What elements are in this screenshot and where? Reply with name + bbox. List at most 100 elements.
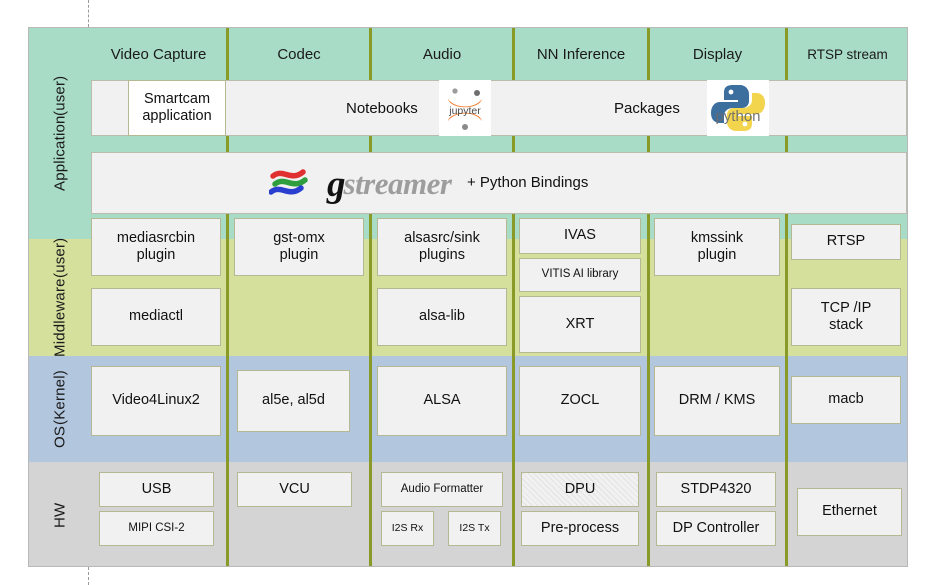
gstreamer-icon: g streamer xyxy=(269,164,452,205)
ethernet-box[interactable]: Ethernet xyxy=(797,488,902,536)
tcp-ip-stack-line1: TCP /IP xyxy=(820,299,872,316)
guide-line-bottom xyxy=(88,567,89,585)
mediasrcbin-plugin-box[interactable]: mediasrcbin plugin xyxy=(91,218,221,276)
gstreamer-logo-svg xyxy=(269,169,308,195)
audio-formatter-label: Audio Formatter xyxy=(400,482,484,495)
i2s-tx-box[interactable]: I2S Tx xyxy=(448,511,501,546)
pre-process-box[interactable]: Pre-process xyxy=(521,511,639,546)
svg-text:jupyter: jupyter xyxy=(448,105,481,117)
layer-label-application-name: Application xyxy=(51,115,69,192)
ethernet-label: Ethernet xyxy=(822,503,877,520)
zocl-box[interactable]: ZOCL xyxy=(519,366,641,436)
svg-text:python: python xyxy=(715,108,760,125)
column-header-display-label: Display xyxy=(692,45,743,63)
stdp4320-box[interactable]: STDP4320 xyxy=(656,472,776,507)
gst-omx-plugin-line2: plugin xyxy=(279,247,319,263)
dp-controller-box[interactable]: DP Controller xyxy=(656,511,776,546)
zocl-label: ZOCL xyxy=(560,392,600,409)
alsa-lib-label: alsa-lib xyxy=(419,308,465,325)
i2s-tx-label: I2S Tx xyxy=(459,522,490,535)
al5e-al5d-label: al5e, al5d xyxy=(262,392,325,409)
column-header-nn-inference-label: NN Inference xyxy=(536,45,626,63)
smartcam-application-line2: application xyxy=(142,108,212,124)
gstreamer-text: streamer xyxy=(343,166,452,201)
i2s-rx-box[interactable]: I2S Rx xyxy=(381,511,434,546)
column-header-nn-inference: NN Inference xyxy=(515,31,647,77)
gst-omx-plugin-box[interactable]: gst-omx plugin xyxy=(234,218,364,276)
kmssink-plugin-line2: plugin xyxy=(697,247,737,263)
mediactl-box[interactable]: mediactl xyxy=(91,288,221,346)
ivas-label: IVAS xyxy=(564,227,596,244)
dp-controller-label: DP Controller xyxy=(672,519,760,536)
layer-label-middleware-name: Middleware xyxy=(51,278,69,358)
pre-process-label: Pre-process xyxy=(540,519,620,536)
column-header-display: Display xyxy=(650,31,785,77)
smartcam-application-line1: Smartcam xyxy=(143,90,211,107)
jupyter-icon: jupyter xyxy=(439,80,491,136)
smartcam-application-box[interactable]: Smartcam application xyxy=(128,80,226,136)
alsasrc-sink-plugins-box[interactable]: alsasrc/sink plugins xyxy=(377,218,507,276)
macb-label: macb xyxy=(828,391,864,408)
mediasrcbin-plugin-line1: mediasrcbin xyxy=(116,229,196,246)
video4linux2-box[interactable]: Video4Linux2 xyxy=(91,366,221,436)
python-bindings-label: + Python Bindings xyxy=(467,174,589,191)
audio-formatter-box[interactable]: Audio Formatter xyxy=(381,472,503,507)
i2s-rx-label: I2S Rx xyxy=(391,522,424,535)
dpu-label: DPU xyxy=(564,480,596,497)
xrt-label: XRT xyxy=(565,315,595,332)
kmssink-plugin-line1: kmssink xyxy=(690,229,744,246)
dpu-box[interactable]: DPU xyxy=(521,472,639,507)
packages-label: Packages xyxy=(614,100,680,117)
tcp-ip-stack-line2: stack xyxy=(829,317,863,333)
tcp-ip-stack-box[interactable]: TCP /IP stack xyxy=(791,288,901,346)
rtsp-label: RTSP xyxy=(826,233,866,250)
xrt-box[interactable]: XRT xyxy=(519,296,641,353)
column-header-rtsp-stream: RTSP stream xyxy=(788,31,907,77)
alsasrc-sink-plugins-line2: plugins xyxy=(419,247,465,263)
usb-box[interactable]: USB xyxy=(99,472,214,507)
mediactl-label: mediactl xyxy=(129,308,183,325)
layer-label-application: Application (user) xyxy=(29,28,91,239)
vitis-ai-library-label: VITIS AI library xyxy=(541,268,619,281)
rtsp-box[interactable]: RTSP xyxy=(791,224,901,260)
drm-kms-box[interactable]: DRM / KMS xyxy=(654,366,780,436)
notebooks-label: Notebooks xyxy=(346,100,418,117)
layer-label-application-qualifier: (user) xyxy=(51,75,69,116)
drm-kms-label: DRM / KMS xyxy=(678,392,756,409)
video4linux2-label: Video4Linux2 xyxy=(112,392,200,409)
macb-box[interactable]: macb xyxy=(791,376,901,424)
column-header-audio-box: Audio xyxy=(372,31,512,77)
column-header-codec-label: Codec xyxy=(277,45,321,63)
alsa-lib-box[interactable]: alsa-lib xyxy=(377,288,507,346)
jupyter-logo-svg: jupyter xyxy=(448,88,482,130)
layer-label-middleware: Middleware (user) xyxy=(29,237,91,358)
column-header-video-capture: Video Capture xyxy=(91,31,226,77)
al5e-al5d-box[interactable]: al5e, al5d xyxy=(237,370,350,432)
architecture-diagram: Application (user) Middleware (user) OS … xyxy=(0,0,952,585)
kmssink-plugin-box[interactable]: kmssink plugin xyxy=(654,218,780,276)
alsa-box[interactable]: ALSA xyxy=(377,366,507,436)
alsa-label: ALSA xyxy=(423,392,461,409)
mipi-csi-2-label: MIPI CSI-2 xyxy=(128,521,185,534)
usb-label: USB xyxy=(141,480,172,497)
column-header-codec: Codec xyxy=(229,31,369,77)
mipi-csi-2-box[interactable]: MIPI CSI-2 xyxy=(99,511,214,546)
column-header-rtsp-stream-label: RTSP stream xyxy=(807,46,888,62)
column-header-audio-label: Audio xyxy=(422,45,462,63)
layer-label-middleware-qualifier: (user) xyxy=(51,237,69,279)
layer-label-os: OS (Kernel) xyxy=(29,356,91,462)
alsasrc-sink-plugins-line1: alsasrc/sink xyxy=(404,229,480,246)
python-icon: python xyxy=(707,80,769,136)
stdp4320-label: STDP4320 xyxy=(680,480,752,497)
diagram-frame: Application (user) Middleware (user) OS … xyxy=(28,27,908,567)
gst-omx-plugin-line1: gst-omx xyxy=(273,229,325,246)
guide-line-top xyxy=(88,0,89,27)
python-logo-svg: python xyxy=(711,85,765,131)
layer-label-hw-name: HW xyxy=(51,502,69,528)
mediasrcbin-plugin-line2: plugin xyxy=(136,247,176,263)
ivas-box[interactable]: IVAS xyxy=(519,218,641,254)
layer-label-hw: HW xyxy=(29,462,91,566)
layer-label-os-name: OS xyxy=(51,425,69,448)
vitis-ai-library-box[interactable]: VITIS AI library xyxy=(519,258,641,292)
vcu-box[interactable]: VCU xyxy=(237,472,352,507)
